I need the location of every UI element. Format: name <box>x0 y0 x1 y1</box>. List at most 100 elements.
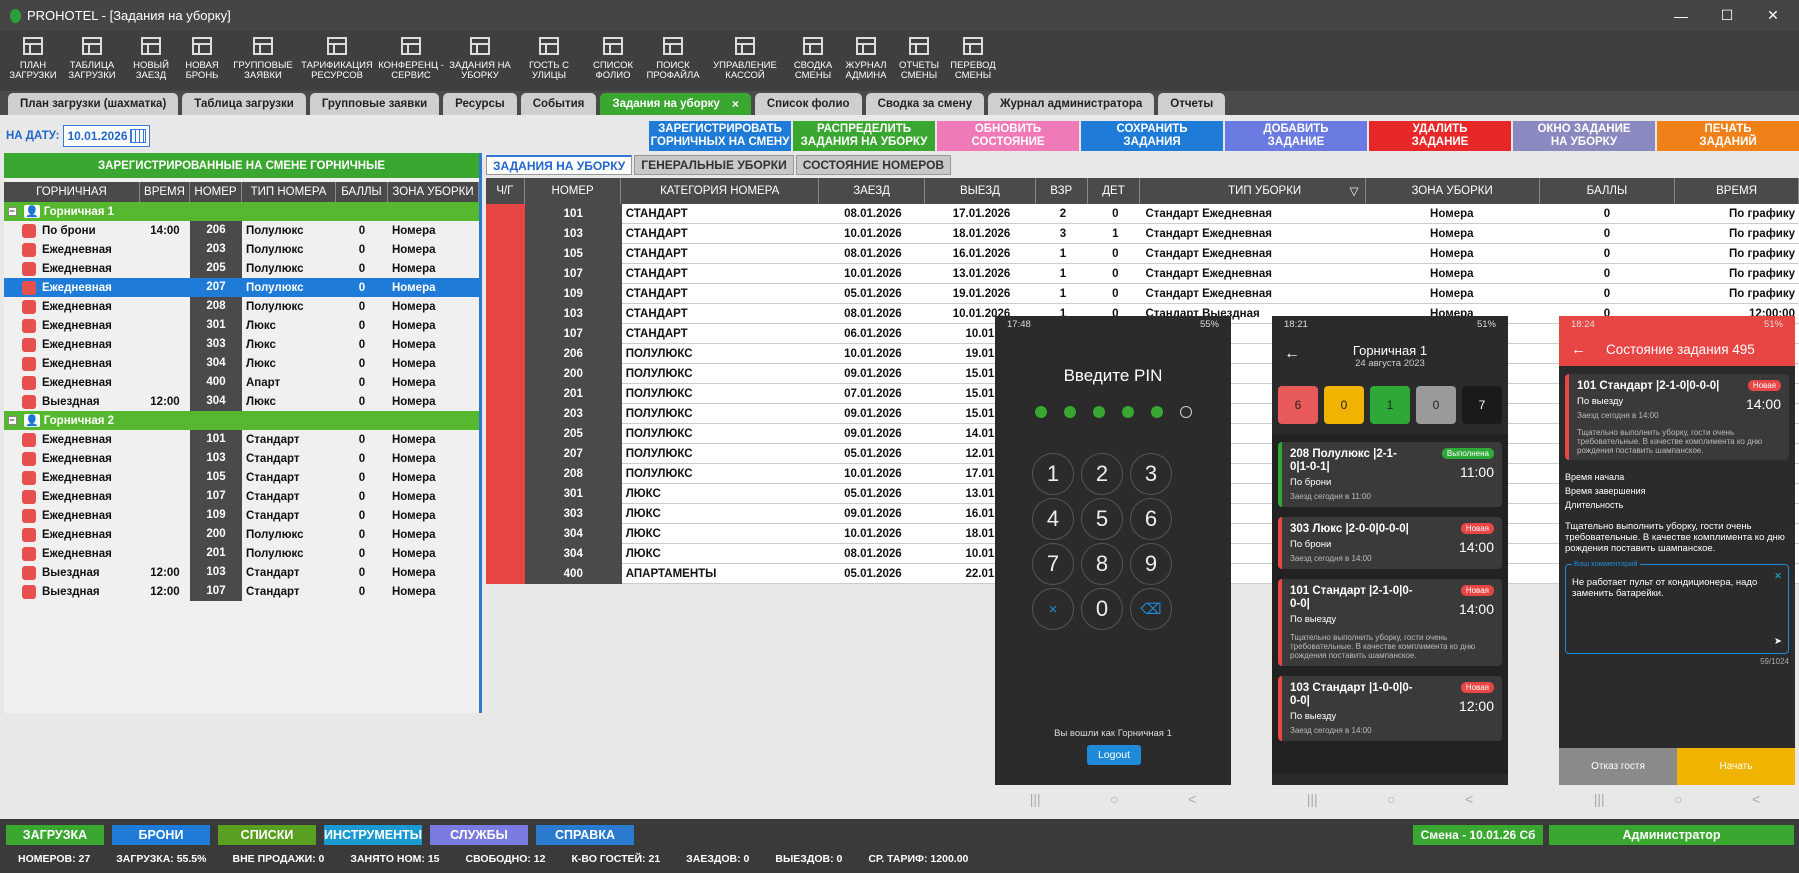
col-4[interactable]: ВЫЕЗД <box>925 178 1036 204</box>
toolbar-button-folio[interactable]: СПИСОК ФОЛИО <box>584 31 642 91</box>
col-10[interactable]: ВРЕМЯ <box>1675 178 1799 204</box>
action-button-4[interactable]: ДОБАВИТЬ ЗАДАНИЕ <box>1225 121 1367 151</box>
key-9[interactable]: × <box>1032 588 1074 630</box>
toolbar-button-admin-journal[interactable]: ЖУРНАЛ АДМИНА <box>840 31 892 91</box>
maid-group-row[interactable]: − 👤 Горничная 1 <box>4 202 479 221</box>
action-button-6[interactable]: ОКНО ЗАДАНИЕ НА УБОРКУ <box>1513 121 1655 151</box>
col-7[interactable]: ТИП УБОРКИ ▽ <box>1140 178 1366 204</box>
task-card[interactable]: 101 Стандарт |2-1-0|0-0-0| По выезду Зае… <box>1565 374 1789 460</box>
col-3[interactable]: ЗАЕЗД <box>819 178 926 204</box>
minimize-button[interactable]: — <box>1658 0 1704 31</box>
logout-button[interactable]: Logout <box>1087 745 1141 765</box>
back-arrow-icon[interactable]: ← <box>1571 341 1586 358</box>
key-10[interactable]: 0 <box>1081 588 1123 630</box>
tab-7[interactable]: Сводка за смену <box>865 93 985 115</box>
task-card[interactable]: 101 Стандарт |2-1-0|0-0-0| По выезду Тщате… <box>1278 579 1502 666</box>
tab-9[interactable]: Отчеты <box>1158 93 1226 115</box>
key-1[interactable]: 2 <box>1081 453 1123 495</box>
col-room-type[interactable]: ТИП НОМЕРА <box>242 182 336 202</box>
task-card[interactable]: 303 Люкс |2-0-0|0-0-0| По брони Заезд сего… <box>1278 517 1502 569</box>
maid-task-row[interactable]: Выездная 12:00 304 Люкс 0 Номера <box>4 392 479 411</box>
action-button-5[interactable]: УДАЛИТЬ ЗАДАНИЕ <box>1369 121 1511 151</box>
action-button-0[interactable]: ЗАРЕГИСТРИРОВАТЬ ГОРНИЧНЫХ НА СМЕНУ <box>649 121 791 151</box>
home-icon[interactable]: ○ <box>1387 791 1395 807</box>
task-row[interactable]: 109 СТАНДАРТ 05.01.2026 19.01.2026 1 0 Стандар… <box>486 283 1799 304</box>
task-row[interactable]: 101 СТАНДАРТ 08.01.2026 17.01.2026 2 0 Стандар… <box>486 203 1799 224</box>
maid-task-row[interactable]: Ежедневная 203 Полулюкс 0 Номера <box>4 240 479 259</box>
toolbar-button-table[interactable]: ТАБЛИЦА ЗАГРУЗКИ <box>58 31 126 91</box>
status-counter[interactable]: 0 <box>1416 386 1456 424</box>
status-counter[interactable]: 7 <box>1462 386 1502 424</box>
back-icon[interactable]: < <box>1465 791 1473 807</box>
status-counter[interactable]: 6 <box>1278 386 1318 424</box>
module-button-4[interactable]: СЛУЖБЫ <box>430 825 528 845</box>
tab-6[interactable]: Список фолио <box>754 93 862 115</box>
maid-task-row[interactable]: Ежедневная 304 Люкс 0 Номера <box>4 354 479 373</box>
maid-task-row[interactable]: Ежедневная 400 Апарт 0 Номера <box>4 373 479 392</box>
back-icon[interactable]: < <box>1188 791 1196 807</box>
recent-apps-icon[interactable]: ||| <box>1030 791 1041 807</box>
maid-task-row[interactable]: Ежедневная 103 Стандарт 0 Номера <box>4 449 479 468</box>
refuse-button[interactable]: Отказ гостя <box>1559 748 1677 785</box>
key-3[interactable]: 4 <box>1032 498 1074 540</box>
maid-task-row[interactable]: Ежедневная 200 Полулюкс 0 Номера <box>4 525 479 544</box>
key-6[interactable]: 7 <box>1032 543 1074 585</box>
filter-icon[interactable]: ▽ <box>1350 184 1359 198</box>
col-maid[interactable]: ГОРНИЧНАЯ <box>4 182 140 202</box>
maid-task-row[interactable]: Выездная 12:00 103 Стандарт 0 Номера <box>4 563 479 582</box>
toolbar-button-grid-plan[interactable]: ПЛАН ЗАГРУЗКИ <box>8 31 58 91</box>
toolbar-button-cleaning[interactable]: ЗАДАНИЯ НА УБОРКУ <box>446 31 514 91</box>
toolbar-button-booking[interactable]: НОВАЯ БРОНЬ <box>176 31 228 91</box>
col-score[interactable]: БАЛЛЫ <box>336 182 388 202</box>
col-8[interactable]: ЗОНА УБОРКИ <box>1366 178 1540 204</box>
clear-icon[interactable]: ✕ <box>1774 571 1782 582</box>
task-card[interactable]: 208 Полулюкс |2-1-0|1-0-1| По брони Заезд … <box>1278 442 1502 507</box>
recent-apps-icon[interactable]: ||| <box>1594 791 1605 807</box>
maid-task-row[interactable]: Ежедневная 109 Стандарт 0 Номера <box>4 506 479 525</box>
maid-task-row[interactable]: Ежедневная 201 Полулюкс 0 Номера <box>4 544 479 563</box>
key-4[interactable]: 5 <box>1081 498 1123 540</box>
maid-task-row[interactable]: Ежедневная 207 Полулюкс 0 Номера <box>4 278 479 297</box>
expander[interactable]: − <box>4 416 20 425</box>
toolbar-button-search-profile[interactable]: ПОИСК ПРОФАЙЛА <box>642 31 704 91</box>
home-icon[interactable]: ○ <box>1110 791 1118 807</box>
maid-task-row[interactable]: Ежедневная 107 Стандарт 0 Номера <box>4 487 479 506</box>
toolbar-button-shift-transfer[interactable]: ПЕРЕВОД СМЕНЫ <box>946 31 1000 91</box>
collapse-icon[interactable]: − <box>7 416 17 425</box>
shift-indicator[interactable]: Смена - 10.01.26 Сб <box>1413 825 1543 845</box>
module-button-5[interactable]: СПРАВКА <box>536 825 634 845</box>
home-icon[interactable]: ○ <box>1674 791 1682 807</box>
action-button-7[interactable]: ПЕЧАТЬ ЗАДАНИЙ <box>1657 121 1799 151</box>
maid-task-row[interactable]: Ежедневная 303 Люкс 0 Номера <box>4 335 479 354</box>
toolbar-button-checkin[interactable]: НОВЫЙ ЗАЕЗД <box>126 31 176 91</box>
user-role[interactable]: Администратор <box>1549 825 1794 845</box>
key-5[interactable]: 6 <box>1130 498 1172 540</box>
tasks-tab-2[interactable]: СОСТОЯНИЕ НОМЕРОВ <box>795 155 952 175</box>
calendar-icon[interactable] <box>130 129 147 143</box>
maid-task-row[interactable]: По брони 14:00 206 Полулюкс 0 Номера <box>4 221 479 240</box>
action-button-2[interactable]: ОБНОВИТЬ СОСТОЯНИЕ <box>937 121 1079 151</box>
status-counter[interactable]: 0 <box>1324 386 1364 424</box>
module-button-2[interactable]: СПИСКИ <box>218 825 316 845</box>
col-time[interactable]: ВРЕМЯ <box>140 182 190 202</box>
tab-close-icon[interactable]: × <box>732 97 739 111</box>
task-card[interactable]: 103 Стандарт |1-0-0|0-0-0| По выезду Заезд… <box>1278 676 1502 741</box>
toolbar-button-cashbox[interactable]: УПРАВЛЕНИЕ КАССОЙ <box>704 31 786 91</box>
comment-field[interactable]: Ваш комментарий Не работает пульт от кон… <box>1565 559 1789 654</box>
col-6[interactable]: ДЕТ <box>1088 178 1141 204</box>
module-button-1[interactable]: БРОНИ <box>112 825 210 845</box>
module-button-3[interactable]: ИНСТРУМЕНТЫ <box>324 825 422 845</box>
action-button-3[interactable]: СОХРАНИТЬ ЗАДАНИЯ <box>1081 121 1223 151</box>
tab-2[interactable]: Групповые заявки <box>309 93 440 115</box>
key-11[interactable]: ⌫ <box>1130 588 1172 630</box>
tab-4[interactable]: События <box>520 93 597 115</box>
collapse-icon[interactable]: − <box>7 207 17 216</box>
back-icon[interactable]: < <box>1752 791 1760 807</box>
maximize-button[interactable]: ☐ <box>1704 0 1750 31</box>
maid-task-row[interactable]: Ежедневная 205 Полулюкс 0 Номера <box>4 259 479 278</box>
tasks-tab-1[interactable]: ГЕНЕРАЛЬНЫЕ УБОРКИ <box>634 155 794 175</box>
tab-3[interactable]: Ресурсы <box>443 93 517 115</box>
maid-group-row[interactable]: − 👤 Горничная 2 <box>4 411 479 430</box>
action-button-1[interactable]: РАСПРЕДЕЛИТЬ ЗАДАНИЯ НА УБОРКУ <box>793 121 935 151</box>
task-row[interactable]: 107 СТАНДАРТ 10.01.2026 13.01.2026 1 0 Стандар… <box>486 263 1799 284</box>
